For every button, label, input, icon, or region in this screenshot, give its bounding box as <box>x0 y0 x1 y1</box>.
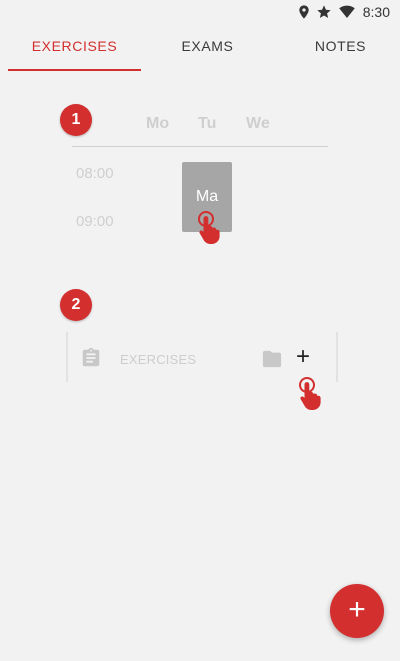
day-label-we: We <box>246 115 270 132</box>
step-2-badge: 2 <box>60 289 92 321</box>
tab-exercises[interactable]: EXERCISES <box>8 38 141 58</box>
tab-indicator <box>8 69 141 71</box>
status-time: 8:30 <box>362 4 390 20</box>
lesson-label: Ma <box>195 188 219 205</box>
clipboard-icon <box>82 347 100 367</box>
day-divider <box>72 146 328 147</box>
day-label-tu: Tu <box>198 115 217 132</box>
folder-icon[interactable] <box>261 349 283 369</box>
star-icon <box>317 5 331 18</box>
tap-hand-icon <box>198 211 220 244</box>
tap-hand-icon-2 <box>299 377 321 410</box>
location-icon <box>299 5 309 19</box>
time-label-0900: 09:00 <box>76 213 114 230</box>
exercise-title: EXERCISES <box>120 352 197 367</box>
day-label-mo: Mo <box>146 115 170 132</box>
add-fab-button[interactable]: + <box>330 584 384 638</box>
add-icon[interactable]: + <box>296 343 310 371</box>
step-1-badge: 1 <box>60 104 92 136</box>
fab-plus-icon: + <box>348 593 366 626</box>
status-bar: 8:30 <box>0 0 400 24</box>
wifi-icon <box>339 5 355 19</box>
tab-exams[interactable]: EXAMS <box>141 38 274 58</box>
time-label-0800: 08:00 <box>76 165 114 182</box>
tab-notes[interactable]: NOTES <box>274 38 400 58</box>
